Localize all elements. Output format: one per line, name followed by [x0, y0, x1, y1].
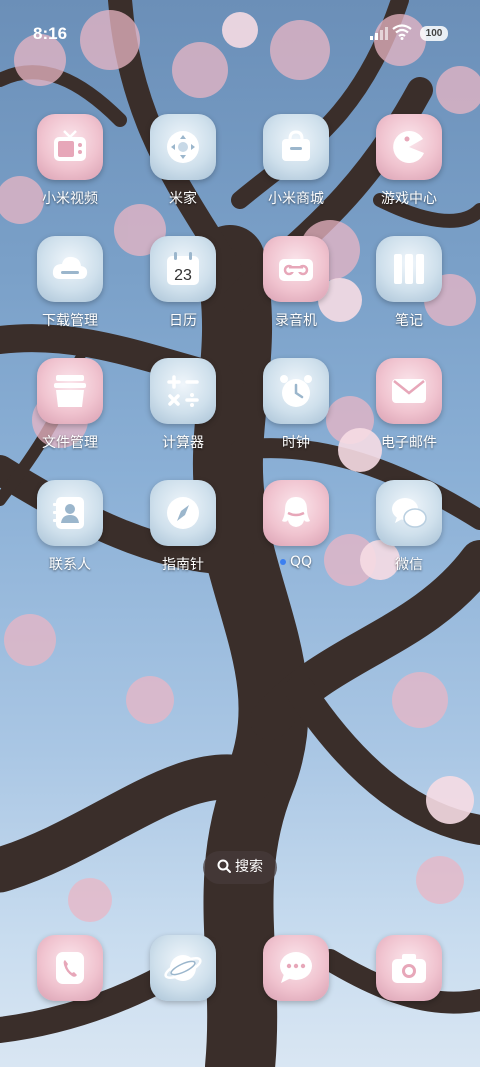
phone-icon — [56, 952, 84, 984]
app-qq[interactable]: QQ — [240, 476, 352, 570]
message-icon — [280, 952, 312, 983]
app-mi-video[interactable]: 小米视频 — [14, 110, 126, 208]
dock-messages[interactable] — [240, 931, 352, 1001]
calendar-icon: 23 — [167, 252, 199, 285]
qq-icon — [282, 497, 310, 527]
app-contacts[interactable]: 联系人 — [14, 476, 126, 574]
wechat-icon — [392, 498, 427, 528]
search-icon — [217, 859, 231, 873]
app-calculator[interactable]: 计算器 — [127, 354, 239, 452]
app-compass[interactable]: 指南针 — [127, 476, 239, 574]
app-downloads[interactable]: 下载管理 — [14, 232, 126, 330]
browser-icon — [164, 955, 202, 981]
app-game-center[interactable]: 游戏中心 — [353, 110, 465, 208]
app-label: 下载管理 — [42, 313, 98, 329]
app-label: 时钟 — [282, 435, 310, 451]
app-label: 计算器 — [162, 435, 204, 451]
app-label: 微信 — [395, 557, 423, 573]
app-label: 小米商城 — [268, 191, 324, 207]
tv-icon — [54, 130, 86, 161]
search-button[interactable]: 搜索 — [203, 851, 277, 884]
app-label: 笔记 — [395, 313, 423, 329]
status-time: 8:16 — [33, 24, 68, 43]
dock-phone[interactable] — [14, 931, 126, 1001]
app-label: 联系人 — [49, 557, 91, 573]
pacman-icon — [393, 130, 424, 163]
app-notes[interactable]: 笔记 — [353, 232, 465, 330]
clock-icon — [280, 375, 312, 407]
dock-camera[interactable] — [353, 931, 465, 1001]
app-recorder[interactable]: 录音机 — [240, 232, 352, 330]
app-label: 日历 — [169, 313, 197, 329]
calendar-date: 23 — [174, 267, 192, 284]
app-label: QQ — [240, 554, 352, 570]
app-calendar[interactable]: 23 日历 — [127, 232, 239, 330]
cloud-icon — [52, 256, 88, 279]
calculator-icon — [167, 375, 199, 407]
app-label: 小米视频 — [42, 191, 98, 207]
app-clock[interactable]: 时钟 — [240, 354, 352, 452]
app-label: 文件管理 — [42, 435, 98, 451]
shop-icon — [282, 130, 310, 161]
notes-icon — [394, 254, 424, 284]
new-install-dot — [279, 559, 286, 565]
app-wechat[interactable]: 微信 — [353, 476, 465, 574]
app-label-text: QQ — [289, 554, 313, 570]
signal-icon — [370, 27, 388, 40]
dock-browser[interactable] — [127, 931, 239, 1001]
app-email[interactable]: 电子邮件 — [353, 354, 465, 452]
contacts-icon — [53, 497, 84, 529]
compass-icon — [167, 497, 199, 529]
app-label: 指南针 — [162, 557, 204, 573]
app-label: 米家 — [169, 191, 197, 207]
app-file-manager[interactable]: 文件管理 — [14, 354, 126, 452]
app-label: 电子邮件 — [381, 435, 437, 451]
app-label: 录音机 — [275, 313, 317, 329]
wifi-icon — [392, 24, 412, 40]
tape-icon — [279, 259, 313, 281]
app-label: 游戏中心 — [381, 191, 437, 207]
app-mi-store[interactable]: 小米商城 — [240, 110, 352, 208]
status-bar: 8:16 100 — [0, 0, 480, 64]
app-mijia[interactable]: 米家 — [127, 110, 239, 208]
camera-icon — [392, 954, 426, 983]
folder-icon — [54, 375, 86, 407]
battery-indicator: 100 — [420, 26, 448, 41]
search-label: 搜索 — [235, 859, 263, 875]
mail-icon — [392, 379, 426, 403]
dpad-icon — [167, 131, 199, 163]
